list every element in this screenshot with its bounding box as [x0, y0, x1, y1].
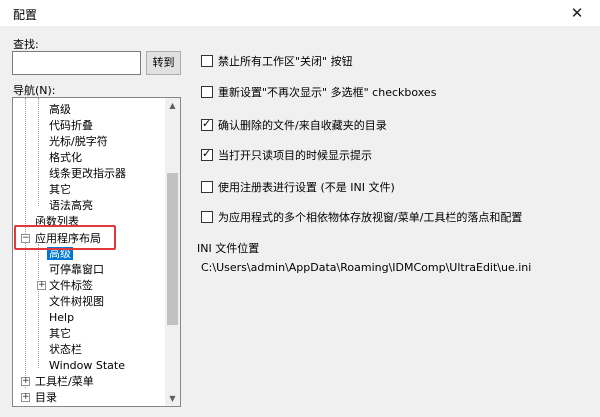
- navigation-tree[interactable]: 高级 代码折叠 光标/脱字符 格式化 线条更改指示器 其它 语法高亮 函数列表 …: [12, 97, 181, 407]
- ini-location-label: INI 文件位置: [197, 242, 260, 255]
- expand-icon[interactable]: +: [37, 281, 46, 290]
- tree-item[interactable]: 其它: [49, 182, 71, 197]
- close-icon[interactable]: ✕: [568, 4, 586, 22]
- option-label: 禁止所有工作区"关闭" 按钮: [218, 55, 353, 68]
- scroll-down-icon[interactable]: ▼: [165, 391, 180, 406]
- option-label: 当打开只读项目的时候显示提示: [218, 149, 372, 162]
- option-disable-close[interactable]: 禁止所有工作区"关闭" 按钮: [201, 53, 353, 69]
- ini-path-value: C:\Users\admin\AppData\Roaming\IDMComp\U…: [201, 261, 532, 274]
- tree-item[interactable]: 可停靠窗口: [49, 262, 104, 277]
- tree-item[interactable]: 光标/脱字符: [49, 134, 108, 149]
- tree-line: [38, 244, 39, 368]
- window-title: 配置: [13, 8, 38, 22]
- tree-item[interactable]: 文件标签: [49, 278, 93, 293]
- tree-item[interactable]: 工具栏/菜单: [35, 374, 94, 389]
- tree-item[interactable]: 格式化: [49, 150, 82, 165]
- checkbox[interactable]: [201, 55, 213, 67]
- expand-icon[interactable]: +: [21, 377, 30, 386]
- goto-button[interactable]: 转到: [146, 51, 181, 75]
- settings-panel: 禁止所有工作区"关闭" 按钮 重新设置"不再次显示" 多选框" checkbox…: [189, 36, 584, 408]
- tree-item[interactable]: 语法高亮: [49, 198, 93, 213]
- tree-item[interactable]: 高级: [49, 102, 71, 117]
- checkbox[interactable]: [201, 147, 213, 161]
- option-label: 确认删除的文件/来自收藏夹的目录: [218, 119, 387, 132]
- option-confirm-delete[interactable]: 确认删除的文件/来自收藏夹的目录: [201, 117, 387, 133]
- option-label: 为应用程式的多个相依物体存放视窗/菜单/工具栏的落点和配置: [218, 211, 523, 224]
- search-label: 查找:: [13, 38, 39, 51]
- checkbox[interactable]: [201, 181, 213, 193]
- nav-label: 导航(N):: [13, 84, 56, 97]
- search-input[interactable]: [12, 51, 141, 75]
- tree-item[interactable]: 文件树视图: [49, 294, 104, 309]
- tree-item[interactable]: 其它: [49, 326, 71, 341]
- expand-icon[interactable]: +: [21, 393, 30, 402]
- tree-item[interactable]: 线条更改指示器: [49, 166, 126, 181]
- tree-item[interactable]: Window State: [49, 358, 125, 373]
- tree-line: [38, 98, 39, 206]
- scroll-up-icon[interactable]: ▲: [165, 98, 180, 113]
- title-bar: 配置 ✕: [0, 0, 600, 26]
- tree-scrollbar[interactable]: ▲ ▼: [165, 98, 180, 406]
- tree-item[interactable]: 状态栏: [49, 342, 82, 357]
- checkbox[interactable]: [201, 86, 213, 98]
- annotation-highlight: [14, 225, 116, 250]
- tree-item[interactable]: 代码折叠: [49, 118, 93, 133]
- option-store-layout[interactable]: 为应用程式的多个相依物体存放视窗/菜单/工具栏的落点和配置: [201, 209, 522, 225]
- option-readonly-prompt[interactable]: 当打开只读项目的时候显示提示: [201, 147, 372, 163]
- tree-item[interactable]: 目录: [35, 390, 57, 405]
- option-reset-dont-show[interactable]: 重新设置"不再次显示" 多选框" checkboxes: [201, 84, 436, 100]
- checkbox[interactable]: [201, 211, 213, 223]
- tree-item[interactable]: Help: [49, 310, 74, 325]
- checkbox[interactable]: [201, 117, 213, 131]
- option-use-registry[interactable]: 使用注册表进行设置 (不是 INI 文件): [201, 179, 395, 195]
- option-label: 重新设置"不再次显示" 多选框" checkboxes: [218, 86, 437, 99]
- scroll-thumb[interactable]: [167, 173, 178, 325]
- option-label: 使用注册表进行设置 (不是 INI 文件): [218, 181, 395, 194]
